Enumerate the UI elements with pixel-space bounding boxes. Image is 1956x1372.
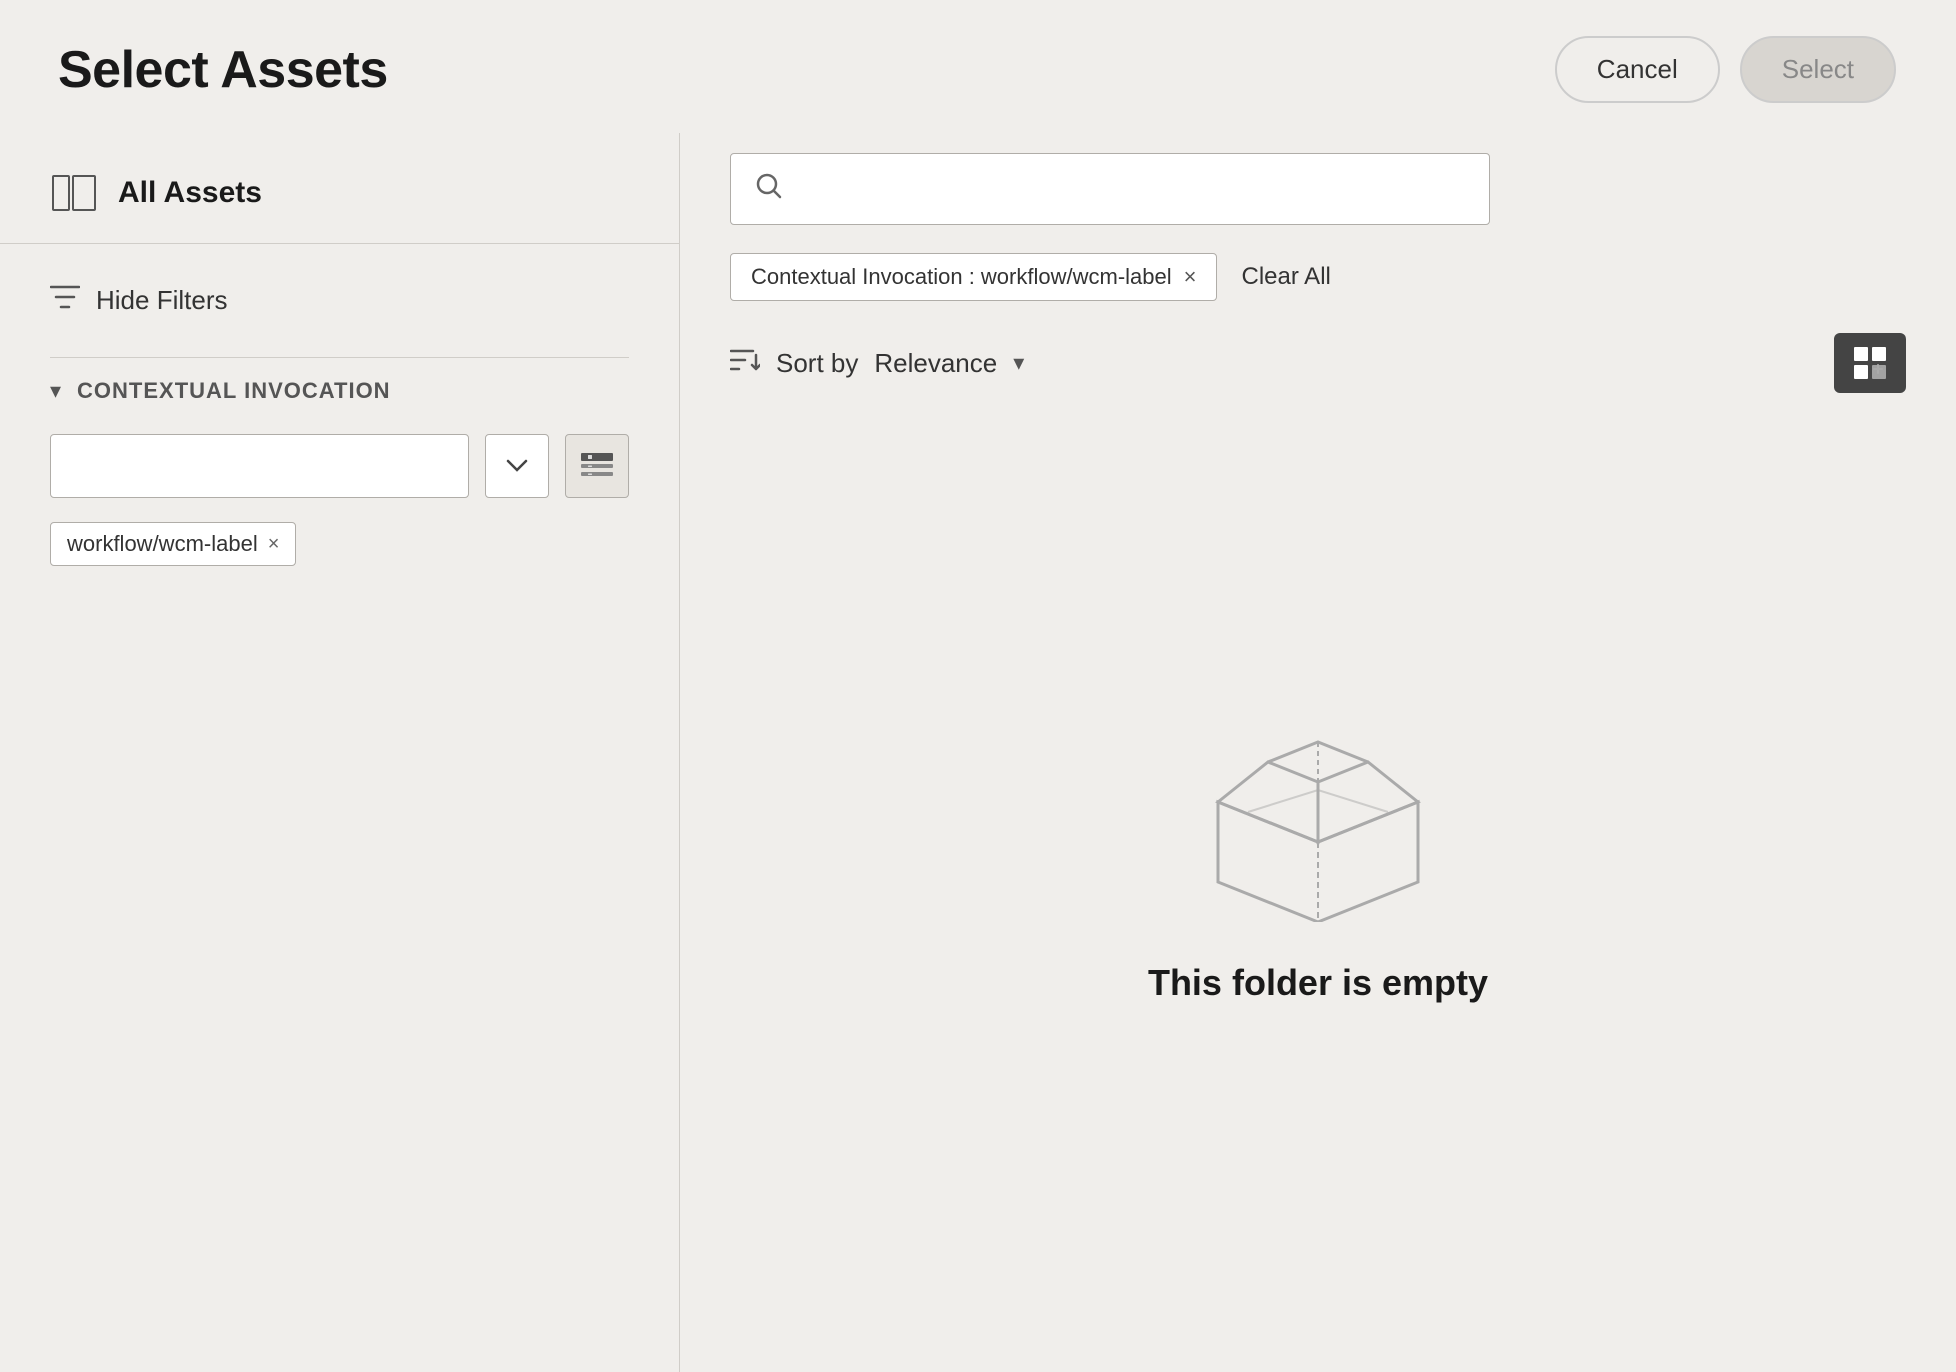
sidebar-panel-icon	[50, 173, 98, 213]
tag-row: workflow/wcm-label ×	[50, 522, 629, 566]
contextual-invocation-tag: workflow/wcm-label ×	[50, 522, 296, 566]
view-toggle-button[interactable]	[1834, 333, 1906, 393]
sort-row: Sort by Relevance ▾	[730, 333, 1906, 393]
empty-state: This folder is empty	[730, 433, 1906, 1352]
header-buttons: Cancel Select	[1555, 36, 1896, 103]
search-input[interactable]	[799, 174, 1465, 205]
sidebar-icon-svg	[52, 175, 96, 211]
hide-filters-label: Hide Filters	[96, 285, 227, 316]
search-bar	[730, 153, 1906, 225]
filter-tag-close-button[interactable]: ×	[1184, 264, 1197, 290]
chevron-down-icon[interactable]: ▾	[50, 378, 61, 404]
filter-tag: Contextual Invocation : workflow/wcm-lab…	[730, 253, 1217, 301]
sort-icon	[730, 347, 760, 380]
tag-value: workflow/wcm-label	[67, 531, 258, 557]
main-layout: All Assets Hide Filters ▾ CONTEXTUAL INV…	[0, 133, 1956, 1372]
search-input-wrapper	[730, 153, 1490, 225]
section-divider	[50, 357, 629, 358]
header: Select Assets Cancel Select	[0, 0, 1956, 133]
select-button[interactable]: Select	[1740, 36, 1896, 103]
dropdown-chevron-icon	[506, 459, 528, 473]
empty-message: This folder is empty	[1148, 962, 1488, 1004]
section-header: ▾ CONTEXTUAL INVOCATION	[50, 378, 629, 404]
section-title: CONTEXTUAL INVOCATION	[77, 378, 391, 404]
contextual-invocation-input[interactable]	[50, 434, 469, 498]
grid-view-icon	[1852, 345, 1888, 381]
cancel-button[interactable]: Cancel	[1555, 36, 1720, 103]
page-title: Select Assets	[58, 40, 388, 100]
sidebar: All Assets Hide Filters ▾ CONTEXTUAL INV…	[0, 133, 680, 1372]
list-view-button[interactable]	[565, 434, 629, 498]
filter-tag-label: Contextual Invocation : workflow/wcm-lab…	[751, 264, 1172, 290]
search-icon	[755, 172, 783, 207]
filter-icon	[50, 284, 80, 317]
contextual-invocation-section: ▾ CONTEXTUAL INVOCATION	[0, 378, 679, 566]
page-container: Select Assets Cancel Select All Assets	[0, 0, 1956, 1372]
clear-all-button[interactable]: Clear All	[1241, 263, 1330, 291]
all-assets-label: All Assets	[118, 176, 262, 210]
top-divider	[0, 243, 679, 244]
tag-close-button[interactable]: ×	[268, 534, 280, 554]
sort-chevron-icon[interactable]: ▾	[1013, 350, 1024, 376]
empty-box-illustration	[1178, 682, 1458, 922]
dropdown-arrow-button[interactable]	[485, 434, 549, 498]
all-assets-row[interactable]: All Assets	[0, 153, 679, 243]
sort-by-label: Sort by	[776, 348, 858, 379]
filter-tags-row: Contextual Invocation : workflow/wcm-lab…	[730, 253, 1906, 301]
list-icon	[580, 452, 614, 480]
dropdown-row	[50, 434, 629, 498]
sort-left: Sort by Relevance ▾	[730, 347, 1024, 380]
sort-value[interactable]: Relevance	[874, 348, 997, 379]
hide-filters-row[interactable]: Hide Filters	[0, 264, 679, 337]
content-area: Contextual Invocation : workflow/wcm-lab…	[680, 133, 1956, 1372]
